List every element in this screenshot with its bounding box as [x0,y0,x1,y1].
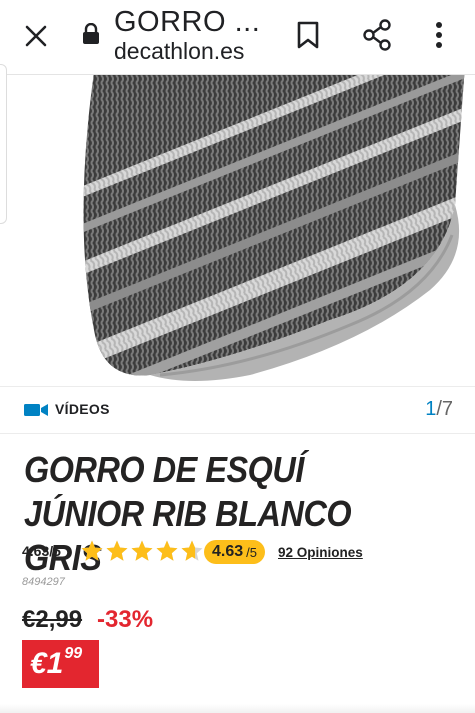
video-camera-icon[interactable] [24,403,48,417]
more-options-icon[interactable] [424,14,454,56]
rating-score-text: 4.63/5 [22,543,61,559]
star-icon [156,540,178,561]
pager-current: 1 [425,398,437,420]
browser-toolbar: GORRO ... decathlon.es [0,0,475,75]
share-icon[interactable] [356,14,398,56]
close-icon[interactable] [14,14,58,58]
price-main: €1 [30,647,64,680]
rating-badge-value: 4.63 [212,543,244,560]
page-url: decathlon.es [114,38,245,64]
rating-stars [80,539,204,563]
rating-badge: 4.63 /5 [204,540,265,564]
rating-badge-max: /5 [246,544,257,560]
old-price: €2,99 [22,606,83,633]
star-icon [131,540,153,561]
image-pager: 1/7 [425,398,453,421]
star-icon [106,540,128,561]
lock-icon [80,22,102,46]
star-icon [81,540,103,561]
discount-percent: -33% [97,606,154,633]
opinions-link[interactable]: 92 Opiniones [278,545,363,560]
videos-link[interactable]: VÍDEOS [55,401,110,417]
bookmark-icon[interactable] [290,16,326,54]
product-reference: 8494297 [22,576,65,588]
scroll-indicator [0,64,7,224]
bottom-divider [0,704,475,713]
price-cents: 99 [64,645,83,662]
current-price: €1 99 [22,640,99,688]
star-icon [181,540,203,561]
product-image[interactable] [0,75,475,385]
page-title: GORRO ... [114,6,261,38]
media-bar: VÍDEOS 1/7 [0,386,475,434]
pager-total: /7 [436,398,453,420]
